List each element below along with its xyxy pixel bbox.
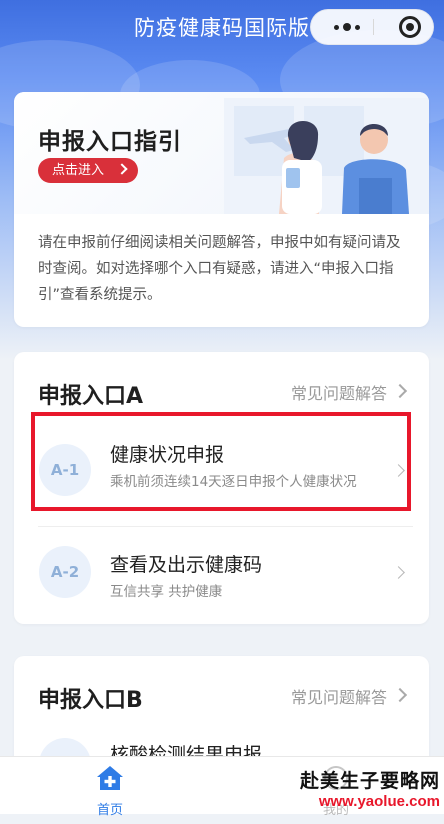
item-badge: A-2 [39,546,91,598]
declaration-guide-card[interactable]: 申报入口指引 点击进入 请在申报前仔细阅读相关问题解答，申报中如有疑问请及时查阅… [14,92,429,327]
chevron-right-icon [392,687,408,703]
tab-home-label: 首页 [96,803,123,818]
list-item-health-declaration[interactable]: A-1 健康状况申报 乘机前须连续14天逐日申报个人健康状况 [14,420,429,520]
guide-title: 申报入口指引 [38,129,182,155]
site-watermark: 赴美生子要略网 www.yaolue.com [300,766,440,810]
item-badge: A-1 [39,444,91,496]
faq-label: 常见问题解答 [290,384,387,403]
chevron-right-icon [392,566,405,579]
miniprogram-capsule [310,9,434,45]
capsule-divider [373,19,374,35]
section-a-title: 申报入口A [38,384,144,409]
item-title: 健康状况申报 [110,444,225,466]
item-title: 查看及出示健康码 [110,554,263,576]
item-subtitle: 乘机前须连续14天逐日申报个人健康状况 [110,474,357,490]
watermark-line1: 赴美生子要略网 [299,770,440,792]
item-subtitle: 互信共享 共护健康 [110,584,223,600]
chevron-right-icon [392,383,408,399]
travelers-illustration-icon [224,98,429,214]
more-dots-icon[interactable] [323,10,371,44]
list-divider [38,526,413,527]
section-b-title: 申报入口B [38,688,143,713]
enter-guide-button[interactable]: 点击进入 [38,158,139,183]
tab-home[interactable]: 首页 [82,761,138,818]
chevron-right-icon [392,464,405,477]
list-item-health-code[interactable]: A-2 查看及出示健康码 互信共享 共护健康 [14,528,429,628]
home-plus-icon [97,766,123,790]
watermark-line2: www.yaolue.com [318,793,440,810]
capsule-close-icon[interactable] [399,16,421,38]
section-b-faq-link[interactable]: 常见问题解答 [290,684,408,708]
section-a-card: 申报入口A 常见问题解答 A-1 健康状况申报 乘机前须连续14天逐日申报个人健… [14,352,429,624]
chevron-right-icon [116,163,128,175]
faq-label: 常见问题解答 [290,688,387,707]
enter-guide-label: 点击进入 [52,163,105,178]
guide-description: 请在申报前仔细阅读相关问题解答，申报中如有疑问请及时查阅。如对选择哪个入口有疑惑… [38,235,401,303]
navigation-bar: 防疫健康码国际版 [0,0,444,56]
section-a-faq-link[interactable]: 常见问题解答 [290,380,408,404]
